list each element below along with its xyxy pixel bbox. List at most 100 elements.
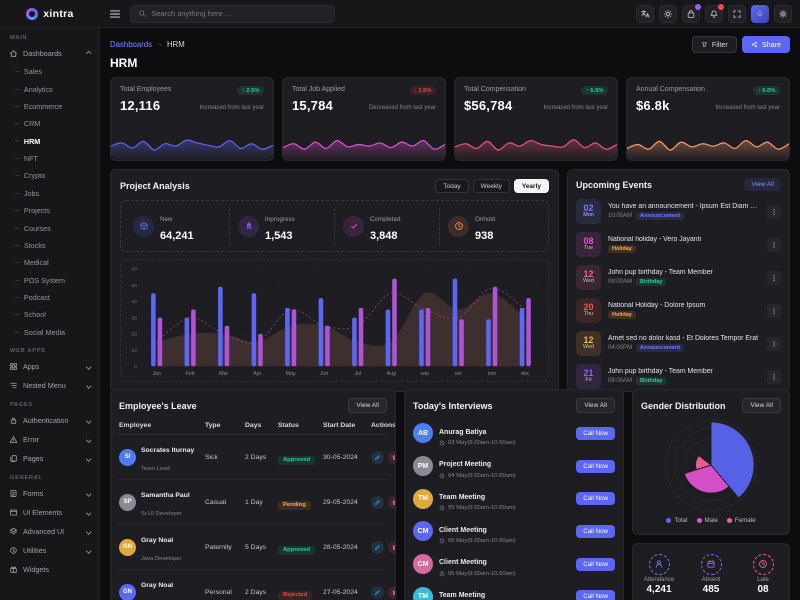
menu-item-icon [9, 546, 18, 555]
event-menu-button[interactable] [767, 304, 781, 318]
sidebar-subitem[interactable]: – Jobs [0, 185, 99, 202]
legend-dot [666, 518, 671, 523]
sidebar-item[interactable]: Widgets [0, 560, 99, 579]
event-item[interactable]: 08 Tue National holiday - Vero Jayanti H… [576, 229, 781, 260]
sidebar-subitem[interactable]: – Podcast [0, 289, 99, 306]
sidebar-item[interactable]: Nested Menu [0, 376, 99, 395]
range-button[interactable]: Yearly [514, 179, 549, 193]
sidebar-item[interactable]: Apps [0, 357, 99, 376]
event-item[interactable]: 12 Wed Amet sed no dolor kasd - Et Dolor… [576, 328, 781, 359]
clock-icon [439, 505, 445, 511]
call-now-button[interactable]: Call Now [576, 427, 615, 440]
gender-legend: Total Male Female [641, 517, 781, 526]
language-button[interactable] [636, 5, 654, 23]
call-now-button[interactable]: Call Now [576, 590, 615, 600]
clock-icon [439, 440, 445, 446]
menu-toggle-icon[interactable] [108, 7, 122, 21]
kebab-icon [770, 340, 778, 348]
avatar: PM [413, 456, 433, 476]
delete-button[interactable] [388, 541, 396, 554]
edit-button[interactable] [371, 586, 384, 599]
delete-button[interactable] [388, 496, 396, 509]
event-item[interactable]: 02 Mon You have an announcement - Ipsum … [576, 196, 781, 227]
sidebar-item[interactable]: Pages [0, 449, 99, 468]
breadcrumb-current: HRM [167, 40, 185, 49]
sidebar-subitem[interactable]: – Social Media [0, 324, 99, 341]
call-now-button[interactable]: Call Now [576, 492, 615, 505]
sidebar-subitem[interactable]: – NFT [0, 150, 99, 167]
event-menu-button[interactable] [767, 271, 781, 285]
event-menu-button[interactable] [767, 337, 781, 351]
sidebar-item[interactable]: Error [0, 430, 99, 449]
sidebar-subitem[interactable]: – HRM [0, 133, 99, 150]
interviews-view-all-button[interactable]: View All [576, 398, 615, 413]
breadcrumb-dashboards[interactable]: Dashboards [110, 40, 152, 49]
sidebar-item[interactable]: Advanced UI [0, 522, 99, 541]
brand-logo[interactable]: xintra [0, 0, 100, 28]
filter-button[interactable]: Filter [692, 36, 737, 53]
user-avatar[interactable]: ☺ [751, 5, 769, 23]
call-now-button[interactable]: Call Now [576, 460, 615, 473]
sidebar-item-dashboards[interactable]: Dashboards [0, 44, 99, 63]
sidebar-subitem[interactable]: – School [0, 306, 99, 323]
sidebar-subitem[interactable]: – Medical [0, 254, 99, 271]
header-actions: ☺ [636, 5, 792, 23]
edit-button[interactable] [371, 496, 384, 509]
sidebar-subitem[interactable]: – Crypto [0, 167, 99, 184]
stat-card: Total Job Applied ↓ 1.5% 15,784 Decrease… [282, 77, 446, 161]
event-date-tile: 08 Tue [576, 232, 601, 257]
stat-icon [343, 216, 364, 237]
stat-card: Total Employees ↑ 2.5% 12,116 Increased … [110, 77, 274, 161]
sidebar-subitem[interactable]: – Courses [0, 219, 99, 236]
settings-button[interactable] [774, 5, 792, 23]
theme-toggle-button[interactable] [659, 5, 677, 23]
event-menu-button[interactable] [767, 370, 781, 384]
events-view-all-button[interactable]: View All [744, 178, 781, 191]
sidebar-item[interactable]: Forms [0, 484, 99, 503]
notifications-button[interactable] [705, 5, 723, 23]
dash-icon: – [15, 120, 19, 127]
edit-button[interactable] [371, 541, 384, 554]
call-now-button[interactable]: Call Now [576, 525, 615, 538]
sidebar-subitem[interactable]: – Sales [0, 63, 99, 80]
call-now-button[interactable]: Call Now [576, 558, 615, 571]
leave-view-all-button[interactable]: View All [348, 398, 387, 413]
sun-icon [663, 9, 673, 19]
range-button[interactable]: Today [435, 179, 468, 193]
sidebar-item[interactable]: UI Elements [0, 503, 99, 522]
avatar: GN [119, 539, 136, 556]
table-row: SI Socrates Iturnay Team Lead Sick 2 Day… [119, 435, 387, 480]
share-button[interactable]: Share [742, 36, 790, 53]
event-item[interactable]: 21 Fri John pup birthday - Team Member 0… [576, 361, 781, 392]
fullscreen-button[interactable] [728, 5, 746, 23]
sidebar-subitem[interactable]: – Stocks [0, 237, 99, 254]
sidebar-subitem[interactable]: – CRM [0, 115, 99, 132]
event-badge: Holiday [608, 311, 636, 319]
sidebar-subitem[interactable]: – POS System [0, 272, 99, 289]
kebab-icon [770, 208, 778, 216]
kebab-icon [770, 241, 778, 249]
status-badge: Approved [278, 546, 315, 555]
event-item[interactable]: 20 Thu National Holiday - Dolore Ipsum H… [576, 295, 781, 326]
event-menu-button[interactable] [767, 238, 781, 252]
event-item[interactable]: 12 Wed John pup birthday - Team Member 0… [576, 262, 781, 293]
edit-button[interactable] [371, 451, 384, 464]
webapps-menu: Apps Nested Menu [0, 357, 99, 395]
event-menu-button[interactable] [767, 205, 781, 219]
cart-button[interactable] [682, 5, 700, 23]
search-input[interactable] [151, 9, 327, 18]
sidebar-subitem[interactable]: – Projects [0, 202, 99, 219]
delete-button[interactable] [388, 586, 396, 599]
event-badge: Announcement [636, 212, 684, 220]
sidebar-subitem[interactable]: – Ecommerce [0, 98, 99, 115]
sidebar-item[interactable]: Utilities [0, 541, 99, 560]
range-button[interactable]: Weekly [473, 179, 510, 193]
delete-button[interactable] [388, 451, 396, 464]
menu-item-icon [9, 381, 18, 390]
main-content: Dashboards → HRM Filter Share HRM [100, 28, 800, 600]
gender-view-all-button[interactable]: View All [742, 398, 781, 413]
sidebar-item[interactable]: Authentication [0, 411, 99, 430]
pencil-icon [374, 454, 381, 461]
sidebar-subitem[interactable]: – Analytics [0, 80, 99, 97]
global-search[interactable] [130, 5, 335, 23]
